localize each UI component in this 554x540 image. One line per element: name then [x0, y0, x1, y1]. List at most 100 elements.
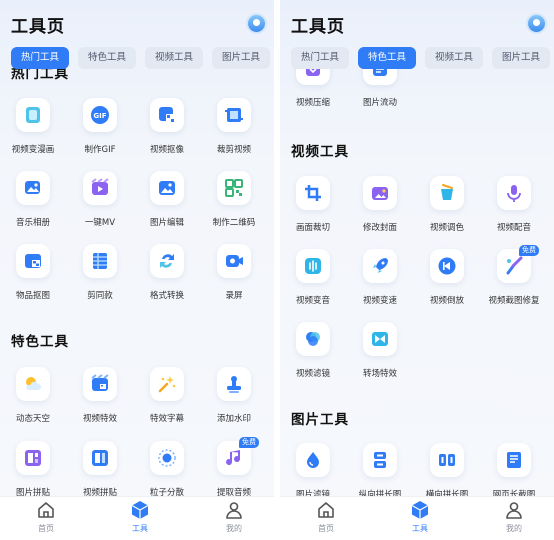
tab-bar: 热门工具 特色工具 视频工具 图片工具: [0, 47, 274, 69]
nav-profile[interactable]: 我的: [204, 500, 264, 540]
tool-gif[interactable]: GIF 制作GIF: [67, 98, 133, 162]
crop-video-icon: [225, 108, 243, 122]
video-effects-icon: [91, 374, 109, 391]
tool-dynamic-sky[interactable]: 动态天空: [0, 367, 66, 431]
tool-webpage-screenshot[interactable]: 网页长截图: [481, 443, 547, 496]
frame-crop-icon: [305, 185, 321, 201]
tool-comic-video[interactable]: 视频变漫画: [0, 98, 66, 162]
tool-video-collage[interactable]: 视频拼贴: [67, 441, 133, 496]
header: 工具页: [280, 0, 554, 46]
tool-cover-edit[interactable]: 修改封面: [347, 176, 413, 240]
tool-icon-box: [16, 441, 50, 475]
tool-icon-box: [497, 443, 531, 477]
one-click-mv-icon: [91, 178, 109, 195]
tool-icon-box: [497, 176, 531, 210]
nav-label: 首页: [318, 524, 334, 533]
tab-image-tools[interactable]: 图片工具: [212, 47, 270, 69]
tab-video-tools[interactable]: 视频工具: [145, 47, 203, 69]
tool-label: 网页长截图: [492, 490, 536, 496]
avatar[interactable]: [528, 15, 545, 32]
transition-icon: [372, 332, 388, 346]
video-filter-icon: [306, 332, 320, 346]
speed-icon: [373, 258, 388, 273]
video-cutout-icon: [159, 107, 175, 123]
tool-screen-record[interactable]: 录屏: [201, 244, 267, 308]
tool-icon-box: [296, 176, 330, 210]
nav-home[interactable]: 首页: [296, 500, 356, 540]
tool-label: 转场特效: [362, 369, 397, 379]
tool-label: 裁剪视频: [216, 145, 251, 155]
tool-icon-box: [217, 171, 251, 205]
tool-crop-video[interactable]: 裁剪视频: [201, 98, 267, 162]
avatar[interactable]: [248, 15, 265, 32]
tool-icon-box: [16, 244, 50, 278]
tool-voice-change[interactable]: 视频变音: [280, 249, 346, 313]
tool-extract-audio[interactable]: 免费 提取音频: [201, 437, 267, 496]
tools-icon: [131, 501, 149, 519]
tool-label: 视频截图修复: [488, 296, 540, 306]
tab-image-tools[interactable]: 图片工具: [492, 47, 550, 69]
tab-hot-tools[interactable]: 热门工具: [291, 47, 349, 69]
nav-home[interactable]: 首页: [16, 500, 76, 540]
effect-subtitle-icon: [158, 376, 176, 393]
tool-speed[interactable]: 视频变速: [347, 249, 413, 313]
tool-label: 添加水印: [216, 414, 251, 424]
tool-image-collage[interactable]: 图片拼贴: [0, 441, 66, 496]
tool-icon-box: [83, 367, 117, 401]
tool-icon-box: [296, 322, 330, 356]
color-grade-icon: [441, 184, 453, 200]
tool-color-grade[interactable]: 视频调色: [414, 176, 480, 240]
tool-qr-code[interactable]: 制作二维码: [201, 171, 267, 235]
tool-video-cutout[interactable]: 视频抠像: [134, 98, 200, 162]
tool-icon-box: [363, 322, 397, 356]
nav-tools[interactable]: 工具: [110, 500, 170, 540]
tool-video-effects[interactable]: 视频特效: [67, 367, 133, 431]
tool-icon-box: [363, 443, 397, 477]
tool-frame-crop[interactable]: 画面裁切: [280, 176, 346, 240]
tool-vertical-stitch[interactable]: 纵向拼长图: [347, 443, 413, 496]
tool-object-cutout[interactable]: 物品抠图: [0, 244, 66, 308]
nav-profile[interactable]: 我的: [484, 500, 544, 540]
section-title-image: 图片工具: [291, 412, 349, 428]
tool-icon-box: [83, 171, 117, 205]
tool-icon-box: [296, 249, 330, 283]
tool-one-click-mv[interactable]: 一键MV: [67, 171, 133, 235]
tool-particle[interactable]: 粒子分散: [134, 441, 200, 496]
qr-code-icon: [225, 179, 243, 197]
section-title-video: 视频工具: [291, 144, 349, 160]
home-icon: [318, 502, 334, 518]
profile-icon: [506, 502, 522, 519]
nav-label: 工具: [132, 524, 148, 533]
reverse-icon: [438, 257, 456, 275]
free-badge: 免费: [239, 437, 259, 448]
tool-reverse[interactable]: 视频倒放: [414, 249, 480, 313]
tab-hot-tools[interactable]: 热门工具: [11, 47, 69, 69]
nav-tools[interactable]: 工具: [390, 500, 450, 540]
tool-watermark[interactable]: 添加水印: [201, 367, 267, 431]
tool-transition[interactable]: 转场特效: [347, 322, 413, 386]
tab-feature-tools[interactable]: 特色工具: [78, 47, 136, 69]
cover-edit-icon: [372, 187, 388, 200]
tool-icon-box: [217, 98, 251, 132]
tool-video-filter[interactable]: 视频滤镜: [280, 322, 346, 386]
bottom-nav: 首页 工具 我的: [280, 496, 554, 540]
header: 工具页: [0, 0, 274, 46]
section-title-feature: 特色工具: [11, 334, 69, 350]
tool-dubbing[interactable]: 视频配音: [481, 176, 547, 240]
tool-horizontal-stitch[interactable]: 横向拼长图: [414, 443, 480, 496]
right-screen: 视频压缩 图片流动 视频工具 画面裁切 修改封面 视频调色 视频配音 视频变音 视频变速 视频…: [280, 0, 554, 540]
tool-label: 制作二维码: [212, 218, 256, 228]
tool-screenshot-repair[interactable]: 免费 视频截图修复: [481, 245, 547, 313]
tool-music-album[interactable]: 音乐相册: [0, 171, 66, 235]
tab-feature-tools[interactable]: 特色工具: [358, 47, 416, 69]
tool-template[interactable]: 剪同款: [67, 244, 133, 308]
tool-icon-box: [83, 441, 117, 475]
comic-video-icon: [26, 107, 40, 123]
tool-image-edit[interactable]: 图片编辑: [134, 171, 200, 235]
tool-format-convert[interactable]: 格式转换: [134, 244, 200, 308]
extract-audio-icon: [226, 450, 241, 466]
tab-video-tools[interactable]: 视频工具: [425, 47, 483, 69]
nav-label: 工具: [412, 524, 428, 533]
tool-image-filter[interactable]: 图片滤镜: [280, 443, 346, 496]
tool-effect-subtitle[interactable]: 特效字幕: [134, 367, 200, 431]
